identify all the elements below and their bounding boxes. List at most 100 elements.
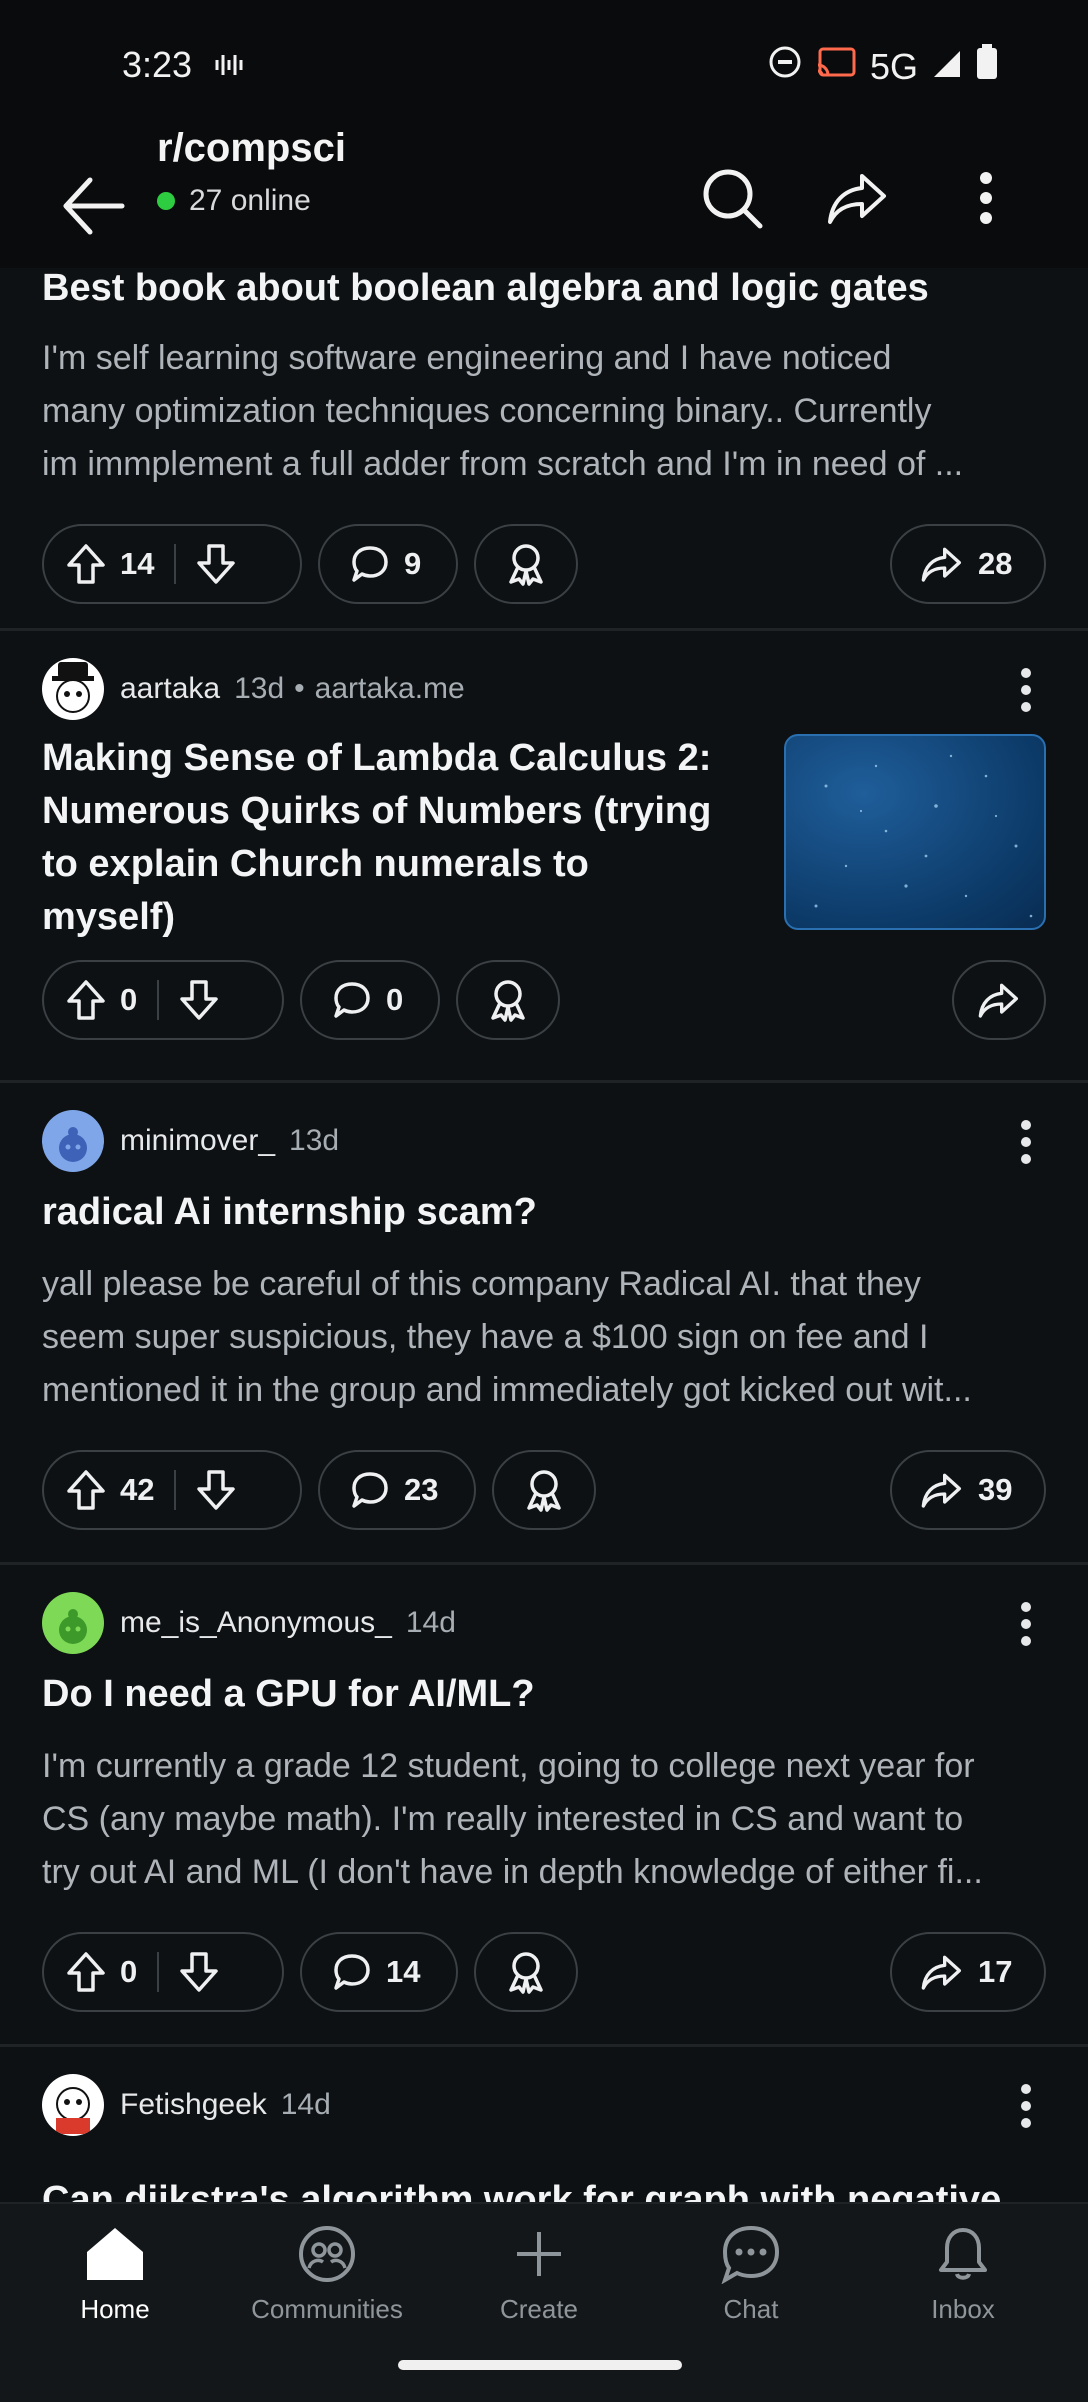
downvote-icon[interactable] [196, 543, 236, 585]
post-card[interactable]: aartaka 13d • aartaka.me Making Sense of… [0, 630, 1088, 1083]
post-author[interactable]: Fetishgeek [120, 2088, 267, 2122]
post-author[interactable]: minimover_ [120, 1124, 275, 1158]
upvote-icon[interactable] [66, 1469, 106, 1511]
downvote-icon[interactable] [179, 979, 219, 1021]
nav-home[interactable]: Home [40, 2224, 190, 2325]
share-count: 17 [978, 1954, 1013, 1989]
more-vertical-icon [1021, 1120, 1031, 1164]
downvote-icon[interactable] [196, 1469, 236, 1511]
comments-button[interactable]: 23 [318, 1450, 476, 1530]
post-more-button[interactable] [998, 1596, 1054, 1652]
signal-icon [932, 46, 962, 88]
more-options-button[interactable] [950, 162, 1022, 234]
bell-icon [939, 2228, 987, 2280]
post-body: yall please be careful of this company R… [42, 1265, 972, 1409]
share-icon [978, 983, 1018, 1018]
upvote-icon[interactable] [66, 979, 106, 1021]
comment-count: 23 [404, 1472, 439, 1507]
post-card[interactable]: Fetishgeek 14d Can dijkstra's algorithm … [0, 2046, 1088, 2202]
search-button[interactable] [696, 162, 768, 234]
share-icon [828, 174, 886, 224]
comments-button[interactable]: 14 [300, 1932, 458, 2012]
post-body: I'm currently a grade 12 student, going … [42, 1747, 983, 1891]
post-domain[interactable]: aartaka.me [315, 672, 465, 706]
more-vertical-icon [1021, 2084, 1031, 2128]
post-more-button[interactable] [998, 2078, 1054, 2134]
post-card[interactable]: me_is_Anonymous_ 14d Do I need a GPU for… [0, 1564, 1088, 2047]
post-title[interactable]: Best book about boolean algebra and logi… [42, 262, 929, 315]
more-vertical-icon [1021, 1602, 1031, 1646]
post-card[interactable]: minimover_ 13d radical Ai internship sca… [0, 1082, 1088, 1565]
share-icon [921, 1473, 961, 1508]
post-author[interactable]: me_is_Anonymous_ [120, 1606, 392, 1640]
post-title[interactable]: Do I need a GPU for AI/ML? [42, 1668, 535, 1721]
nav-create-label: Create [499, 2294, 579, 2324]
nav-chat-label: Chat [723, 2294, 779, 2324]
do-not-disturb-icon [768, 45, 802, 88]
post-actions: 42 23 39 [42, 1450, 1046, 1534]
back-button[interactable] [56, 158, 136, 238]
online-count: 27 online [157, 184, 311, 218]
post-author[interactable]: aartaka [120, 672, 220, 706]
avatar[interactable] [42, 658, 104, 720]
comments-button[interactable]: 9 [318, 524, 458, 604]
status-bar: 3:23 5G [0, 0, 1088, 128]
plus-icon [517, 2232, 561, 2276]
post-meta: aartaka 13d • aartaka.me [42, 658, 465, 720]
post-meta: me_is_Anonymous_ 14d [42, 1592, 456, 1654]
upvote-count: 42 [120, 1472, 155, 1507]
share-button[interactable]: 17 [890, 1932, 1046, 2012]
avatar[interactable] [42, 2074, 104, 2136]
award-icon [509, 544, 543, 586]
chat-icon [721, 2225, 780, 2284]
upvote-icon[interactable] [66, 543, 106, 585]
post-age: 14d [405, 1606, 456, 1639]
post-title[interactable]: Making Sense of Lambda Calculus 2: Numer… [42, 732, 762, 944]
vote-control: 0 [42, 1932, 284, 2012]
nav-communities-label: Communities [251, 2294, 403, 2324]
subreddit-name[interactable]: r/compsci [157, 126, 346, 171]
post-actions: 0 0 [42, 960, 1046, 1044]
award-button[interactable] [456, 960, 560, 1040]
avatar[interactable] [42, 1110, 104, 1172]
award-icon [509, 1952, 543, 1994]
post-title[interactable]: radical Ai internship scam? [42, 1186, 537, 1239]
comment-icon [334, 982, 370, 1018]
subreddit-header: r/compsci 27 online [0, 118, 1088, 268]
nav-chat[interactable]: Chat [676, 2224, 826, 2325]
award-button[interactable] [474, 524, 578, 604]
upvote-icon[interactable] [66, 1951, 106, 1993]
share-button[interactable]: 28 [890, 524, 1046, 604]
post-more-button[interactable] [998, 1114, 1054, 1170]
nav-communities[interactable]: Communities [251, 2224, 403, 2325]
online-dot-icon [157, 192, 175, 210]
comments-button[interactable]: 0 [300, 960, 440, 1040]
post-age: 14d [280, 2088, 331, 2121]
nav-home-label: Home [80, 2294, 150, 2324]
share-button[interactable]: 39 [890, 1450, 1046, 1530]
avatar[interactable] [42, 1592, 104, 1654]
post-actions: 14 9 28 [42, 524, 1046, 608]
post-feed: Best book about boolean algebra and logi… [0, 262, 1088, 2202]
downvote-icon[interactable] [179, 1951, 219, 1993]
post-meta: minimover_ 13d [42, 1110, 339, 1172]
search-icon [703, 169, 763, 229]
nav-create[interactable]: Create [464, 2224, 614, 2325]
home-indicator[interactable] [398, 2360, 682, 2370]
award-icon [491, 980, 525, 1022]
post-title[interactable]: Can dijkstra's algorithm work for graph … [42, 2174, 1001, 2202]
comment-icon [352, 1472, 388, 1508]
share-subreddit-button[interactable] [822, 162, 894, 234]
post-thumbnail[interactable] [784, 734, 1046, 930]
nav-inbox[interactable]: Inbox [888, 2224, 1038, 2325]
comment-icon [334, 1954, 370, 1990]
award-button[interactable] [492, 1450, 596, 1530]
award-button[interactable] [474, 1932, 578, 2012]
post-card[interactable]: Best book about boolean algebra and logi… [0, 262, 1088, 631]
share-count: 28 [978, 546, 1013, 581]
share-button[interactable] [952, 960, 1046, 1040]
post-more-button[interactable] [998, 662, 1054, 718]
comment-count: 14 [386, 1954, 421, 1989]
award-icon [527, 1470, 561, 1512]
share-icon [921, 1955, 961, 1990]
